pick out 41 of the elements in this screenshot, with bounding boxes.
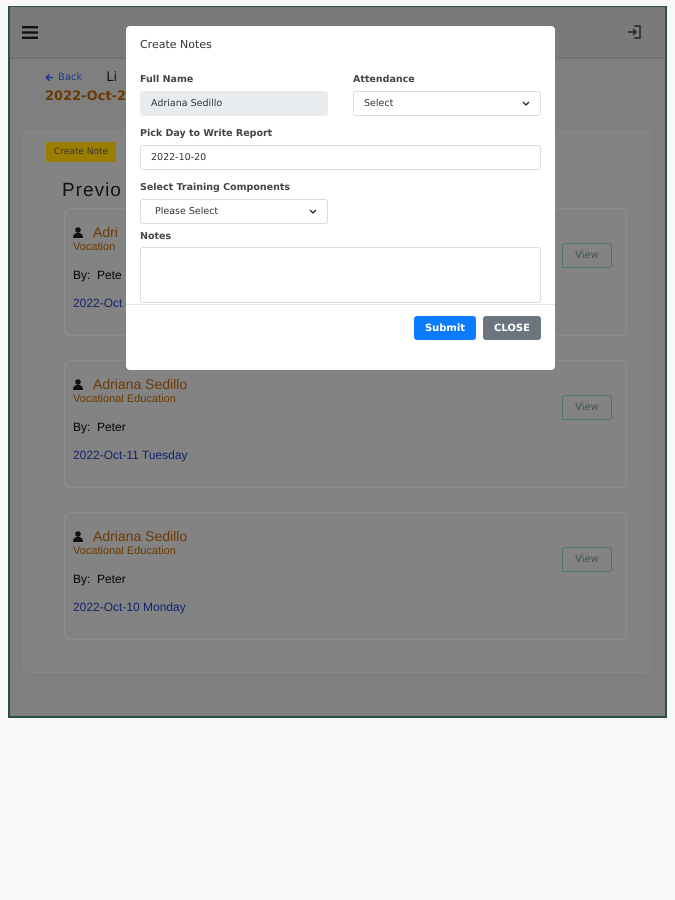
chevron-down-icon [309,209,317,214]
field-label: Pick Day to Write Report [140,128,274,139]
user-icon [73,378,83,390]
back-link[interactable]: Back [45,72,82,83]
user-icon [73,226,83,238]
create-note-button[interactable]: Create Note [46,142,116,162]
components-select[interactable]: Please Select [140,199,328,224]
view-button[interactable]: View [562,547,612,572]
program-name: Vocational Education [73,393,177,405]
chevron-down-icon [522,101,530,106]
student-name: Adri [93,224,118,240]
program-name: Vocation [73,241,116,253]
page-date: 2022-Oct-2 [45,89,126,104]
student-name: Adriana Sedillo [93,376,188,392]
author-text: By: Peter [73,420,127,434]
field-label: Select Training Components [140,182,292,193]
author-text: By: Pete [73,268,122,282]
view-button[interactable]: View [562,243,612,268]
full-name-field[interactable]: Adriana Sedillo [140,91,328,116]
field-label: Attendance [353,74,416,85]
notes-field[interactable] [140,247,541,303]
view-button[interactable]: View [562,395,612,420]
page-title: Li [106,70,118,85]
author-text: By: Peter [73,572,127,586]
attendance-select[interactable]: Select [353,91,541,116]
submit-button[interactable]: Submit [414,316,476,340]
close-button[interactable]: CLOSE [483,316,541,340]
section-title: Previo [62,180,122,202]
date-field[interactable]: 2022-10-20 [140,145,541,170]
program-name: Vocational Education [73,545,177,557]
logout-icon[interactable] [626,24,642,40]
student-name: Adriana Sedillo [93,528,188,544]
note-date: 2022-Oct [73,296,122,310]
note-date: 2022-Oct-11 Tuesday [73,448,188,462]
field-label: Notes [140,231,172,242]
arrow-left-icon [45,73,54,82]
dialog-title: Create Notes [139,37,213,51]
user-icon [73,530,83,542]
note-date: 2022-Oct-10 Monday [73,600,187,614]
field-label: Full Name [140,74,194,85]
menu-icon[interactable] [22,26,38,38]
